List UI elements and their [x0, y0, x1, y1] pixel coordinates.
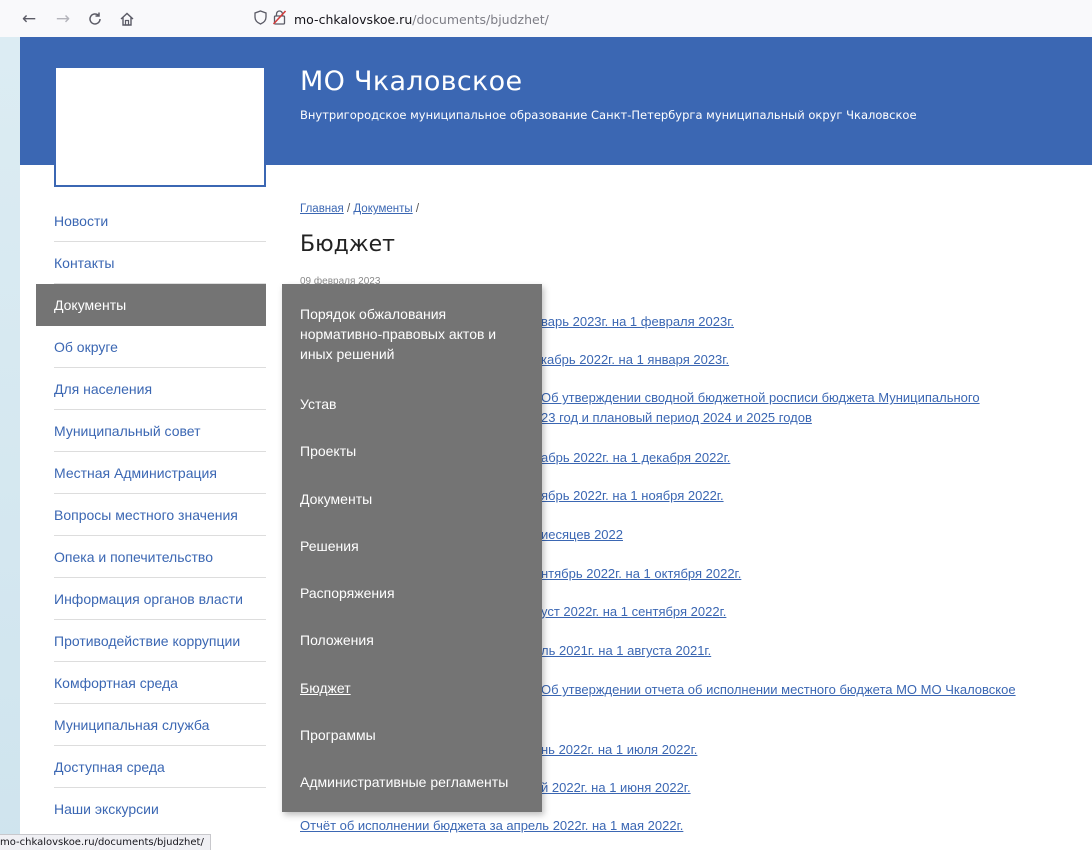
document-link[interactable]: 23 год и плановый период 2024 и 2025 год… — [541, 410, 812, 425]
submenu-item-budget[interactable]: Бюджет — [300, 678, 528, 698]
sidebar-item-about-district[interactable]: Об округе — [36, 326, 266, 368]
document-link[interactable]: кабрь 2022г. на 1 января 2023г. — [541, 352, 729, 367]
sidebar-item-news[interactable]: Новости — [36, 200, 266, 242]
site-subtitle: Внутригородское муниципальное образовани… — [300, 108, 917, 122]
submenu-item-documents[interactable]: Документы — [300, 489, 528, 509]
sidebar-item-contacts[interactable]: Контакты — [36, 242, 266, 284]
status-bar-url: mo-chkalovskoe.ru/documents/bjudzhet/ — [0, 834, 211, 850]
home-icon[interactable] — [116, 8, 138, 30]
sidebar-item-comfortable-environment[interactable]: Комфортная среда — [36, 662, 266, 704]
sidebar-item-excursions[interactable]: Наши экскурсии — [36, 788, 266, 830]
sidebar-item-documents[interactable]: Документы — [36, 284, 266, 326]
sidebar-item-accessible-environment[interactable]: Доступная среда — [36, 746, 266, 788]
sidebar-menu: Новости Контакты Документы Об округе Для… — [36, 200, 266, 830]
url-path[interactable]: /documents/bjudzhet/ — [412, 12, 549, 27]
reload-icon-svg — [89, 12, 101, 25]
document-link[interactable]: Об утверждении отчета об исполнении мест… — [541, 682, 1016, 697]
document-link[interactable]: Отчёт об исполнении бюджета за апрель 20… — [300, 818, 683, 833]
document-link[interactable]: нтябрь 2022г. на 1 октября 2022г. — [541, 566, 741, 581]
decorative-side-strip — [0, 37, 20, 849]
tracking-shield-icon[interactable] — [254, 9, 267, 29]
breadcrumb-separator: / — [343, 203, 354, 215]
breadcrumb-documents-link[interactable]: Документы — [353, 203, 412, 215]
breadcrumb: Главная / Документы / — [300, 203, 419, 215]
document-link[interactable]: нь 2022г. на 1 июля 2022г. — [541, 742, 697, 757]
address-bar[interactable]: mo-chkalovskoe.ru/documents/bjudzhet/ — [240, 6, 1080, 32]
site-title[interactable]: МО Чкаловское — [300, 66, 522, 97]
submenu-item-administrative-regulations[interactable]: Административные регламенты — [300, 772, 528, 792]
document-link[interactable]: абрь 2022г. на 1 декабря 2022г. — [541, 450, 730, 465]
submenu-item-decisions[interactable]: Решения — [300, 536, 528, 556]
document-link[interactable]: уст 2022г. на 1 сентября 2022г. — [541, 604, 726, 619]
document-link[interactable]: Об утверждении сводной бюджетной росписи… — [541, 390, 980, 405]
forward-arrow-icon[interactable]: → — [52, 8, 74, 30]
sidebar-item-for-residents[interactable]: Для населения — [36, 368, 266, 410]
submenu-item-regulations[interactable]: Положения — [300, 630, 528, 650]
sidebar-item-municipal-council[interactable]: Муниципальный совет — [36, 410, 266, 452]
sidebar-item-municipal-service[interactable]: Муниципальная служба — [36, 704, 266, 746]
sidebar-item-local-issues[interactable]: Вопросы местного значения — [36, 494, 266, 536]
sidebar-item-government-info[interactable]: Информация органов власти — [36, 578, 266, 620]
site-logo[interactable] — [54, 68, 266, 187]
document-link[interactable]: варь 2023г. на 1 февраля 2023г. — [541, 314, 734, 329]
submenu-item-programs[interactable]: Программы — [300, 725, 528, 745]
home-icon-svg — [120, 12, 134, 26]
sidebar-item-guardianship[interactable]: Опека и попечительство — [36, 536, 266, 578]
reload-icon[interactable] — [84, 8, 106, 30]
back-arrow-icon[interactable]: ← — [18, 8, 40, 30]
insecure-lock-icon[interactable] — [272, 9, 287, 29]
breadcrumb-home-link[interactable]: Главная — [300, 203, 344, 215]
document-link[interactable]: иесяцев 2022 — [541, 527, 623, 542]
submenu-item-projects[interactable]: Проекты — [300, 441, 528, 461]
submenu-item-charter[interactable]: Устав — [300, 394, 528, 414]
submenu-item-orders[interactable]: Распоряжения — [300, 583, 528, 603]
browser-toolbar: ← → mo-chkalovskoe.ru/documents/bjudzhet… — [0, 0, 1092, 38]
page-title: Бюджет — [300, 232, 395, 257]
document-link[interactable]: ль 2021г. на 1 августа 2021г. — [541, 643, 711, 658]
sidebar-item-anti-corruption[interactable]: Противодействие коррупции — [36, 620, 266, 662]
document-link[interactable]: й 2022г. на 1 июня 2022г. — [541, 780, 691, 795]
breadcrumb-trail-end: / — [412, 203, 420, 215]
documents-submenu: Порядок обжалования нормативно-правовых … — [282, 284, 542, 812]
sidebar-item-local-administration[interactable]: Местная Администрация — [36, 452, 266, 494]
submenu-item-appeal-procedure[interactable]: Порядок обжалования нормативно-правовых … — [300, 304, 528, 364]
document-link[interactable]: ябрь 2022г. на 1 ноября 2022г. — [541, 488, 724, 503]
url-host[interactable]: mo-chkalovskoe.ru — [294, 12, 412, 27]
